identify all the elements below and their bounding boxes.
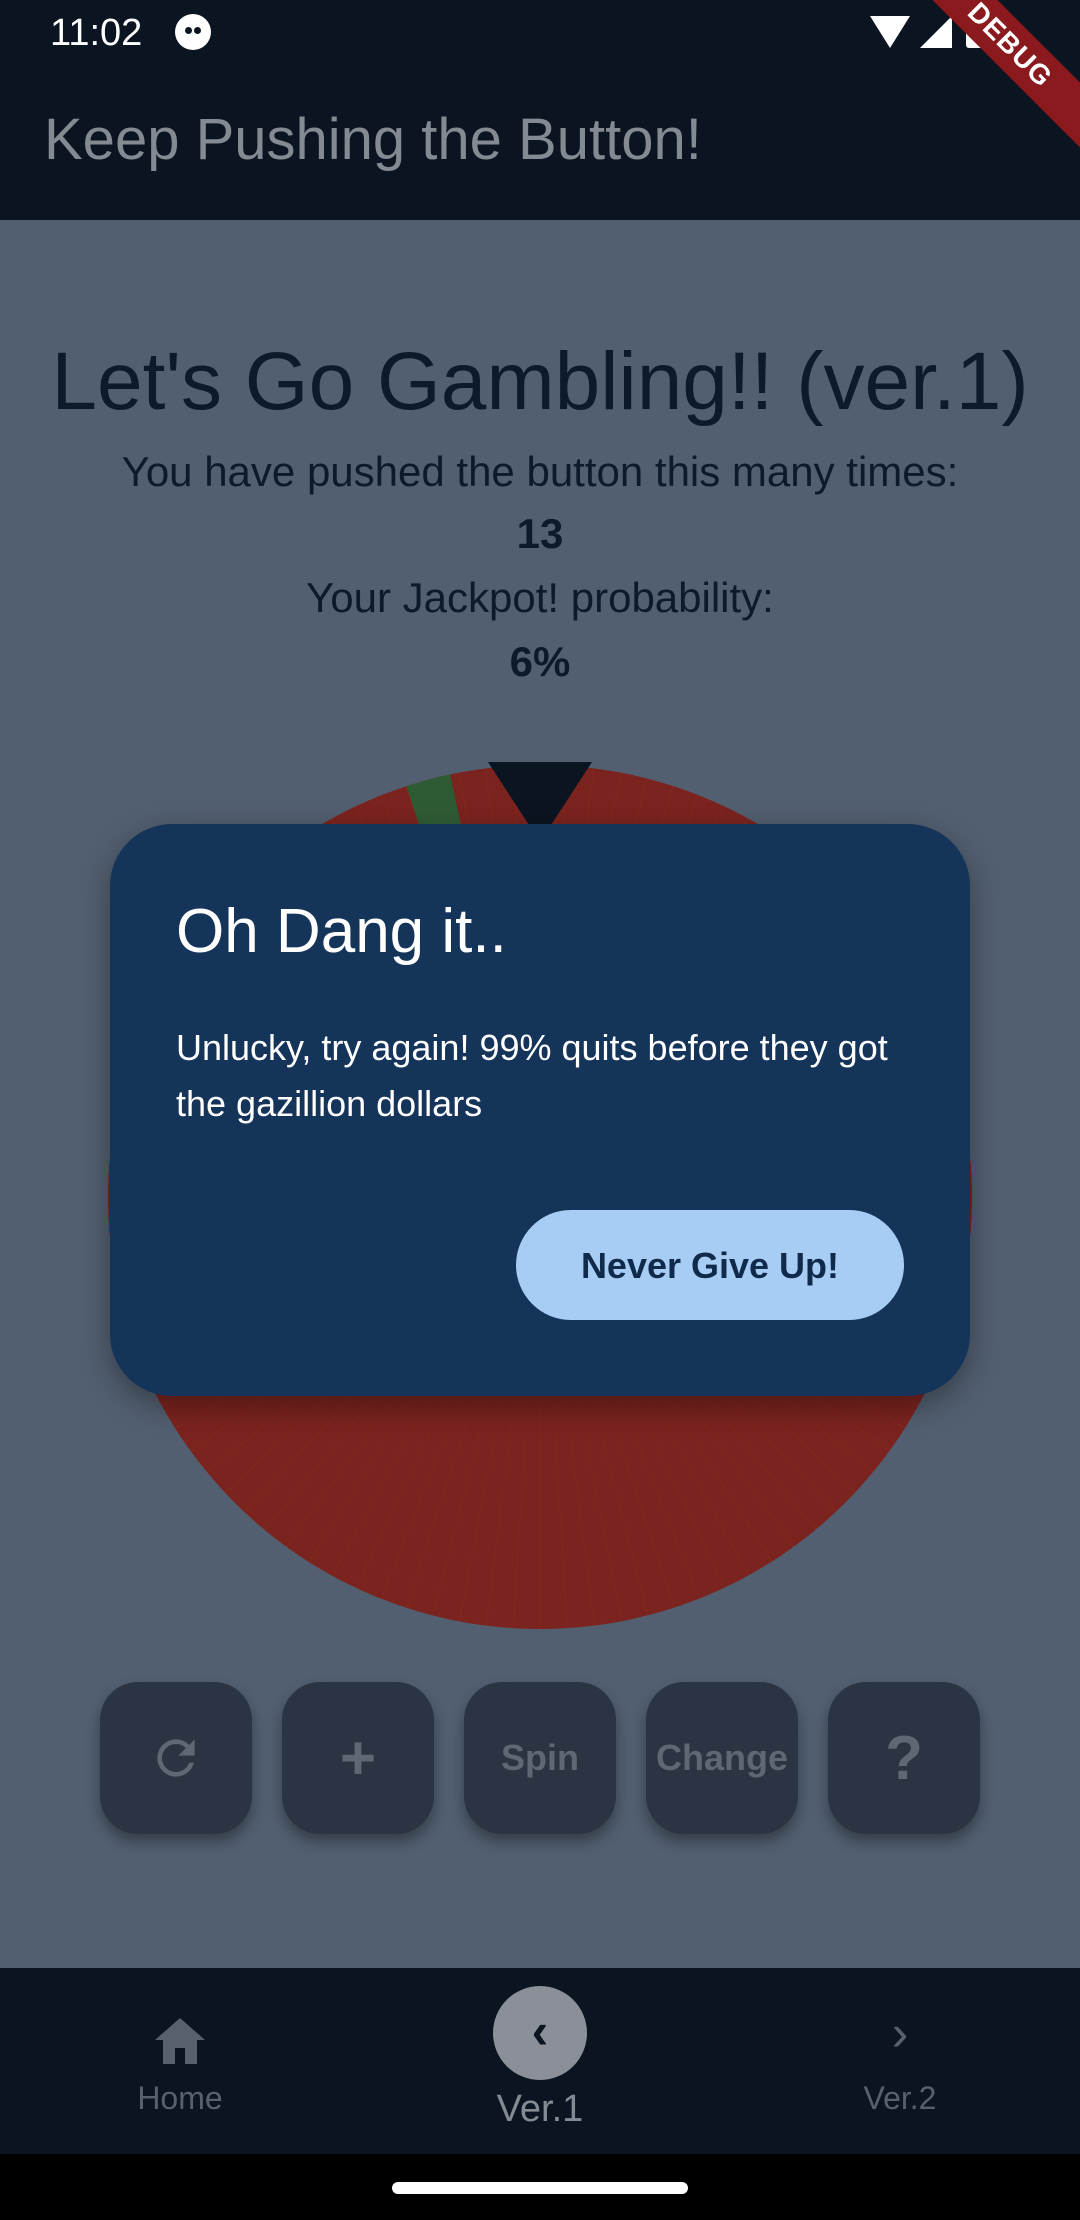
plus-icon: + [339, 1723, 377, 1793]
gesture-navigation-area [0, 2154, 1080, 2220]
spin-label: Spin [501, 1737, 579, 1778]
push-count-value: 13 [516, 510, 564, 557]
home-gesture-handle[interactable] [392, 2182, 688, 2194]
spin-button[interactable]: Spin [464, 1682, 616, 1834]
nav-item-ver1[interactable]: ‹ Ver.1 [360, 1968, 720, 2154]
help-button[interactable]: ? [828, 1682, 980, 1834]
chevron-left-icon: ‹ [493, 1986, 587, 2080]
home-icon [155, 2018, 205, 2064]
dialog-message: Unlucky, try again! 99% quits before the… [176, 1027, 888, 1124]
jackpot-probability-value: 6% [509, 638, 571, 685]
wifi-icon [870, 16, 910, 48]
change-label: Change [655, 1737, 788, 1778]
nav-label-ver1: Ver.1 [496, 2088, 584, 2130]
dialog-title: Oh Dang it.. [176, 897, 507, 966]
jackpot-probability-label: Your Jackpot! probability: [306, 574, 774, 621]
control-buttons: + Spin Change ? [100, 1682, 980, 1834]
nav-label-ver2: Ver.2 [863, 2080, 937, 2116]
app-notification-icon [175, 14, 211, 50]
nav-item-ver2[interactable]: › Ver.2 [720, 1968, 1080, 2154]
nav-label-home: Home [137, 2080, 223, 2116]
chevron-right-icon: › [891, 2005, 909, 2061]
add-button[interactable]: + [282, 1682, 434, 1834]
page-heading: Let's Go Gambling!! (ver.1) [51, 336, 1029, 427]
app-title: Keep Pushing the Button! [44, 107, 702, 172]
never-give-up-button[interactable]: Never Give Up! [516, 1210, 904, 1320]
reset-button[interactable] [100, 1682, 252, 1834]
help-label: ? [885, 1723, 923, 1793]
refresh-icon [157, 1739, 195, 1777]
change-button[interactable]: Change [646, 1682, 798, 1834]
app-bar: Keep Pushing the Button! [0, 66, 1080, 220]
status-time: 11:02 [50, 12, 143, 54]
bottom-navigation: Home ‹ Ver.1 › Ver.2 [0, 1968, 1080, 2154]
result-dialog: Oh Dang it.. Unlucky, try again! 99% qui… [110, 824, 970, 1396]
status-bar: 11:02 [0, 0, 1080, 66]
signal-icon [920, 16, 952, 48]
nav-item-home[interactable]: Home [0, 1968, 360, 2154]
push-count-label: You have pushed the button this many tim… [121, 448, 959, 495]
